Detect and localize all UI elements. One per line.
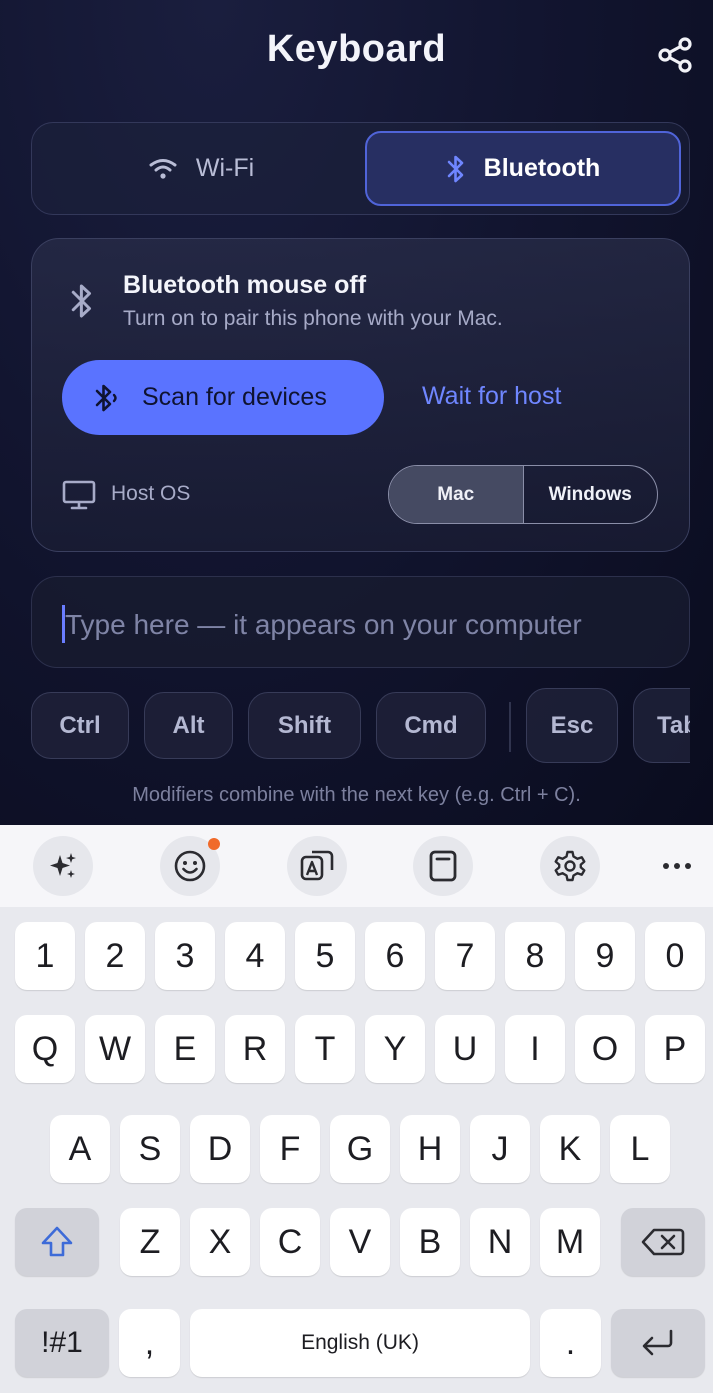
- key-c[interactable]: C: [260, 1208, 320, 1276]
- key-e[interactable]: E: [155, 1015, 215, 1083]
- shift-key[interactable]: [15, 1208, 99, 1276]
- esc-key-button[interactable]: Esc: [526, 688, 618, 763]
- key-g[interactable]: G: [330, 1115, 390, 1183]
- key-a[interactable]: A: [50, 1115, 110, 1183]
- bluetooth-searching-icon: [95, 384, 117, 411]
- settings-icon: [554, 850, 586, 882]
- more-options-button[interactable]: [650, 836, 704, 896]
- backspace-icon: [641, 1228, 685, 1256]
- bluetooth-status-card: Bluetooth mouse off Turn on to pair this…: [31, 238, 690, 552]
- key-j[interactable]: J: [470, 1115, 530, 1183]
- key-q[interactable]: Q: [15, 1015, 75, 1083]
- type-input-placeholder: Type here — it appears on your computer: [65, 609, 582, 640]
- key-8[interactable]: 8: [505, 922, 565, 990]
- enter-key[interactable]: [611, 1309, 705, 1377]
- key-z[interactable]: Z: [120, 1208, 180, 1276]
- key-n[interactable]: N: [470, 1208, 530, 1276]
- keyboard-screen: Keyboard Wi-Fi Bluetooth Bluetooth mouse…: [0, 0, 713, 825]
- ai-tools-button[interactable]: [33, 836, 93, 896]
- tab-key-button[interactable]: Tab: [633, 688, 690, 763]
- key-p[interactable]: P: [645, 1015, 705, 1083]
- key-l[interactable]: L: [610, 1115, 670, 1183]
- key-s[interactable]: S: [120, 1115, 180, 1183]
- comma-key[interactable]: ,: [119, 1309, 180, 1377]
- os-option-windows[interactable]: Windows: [524, 466, 658, 523]
- key-i[interactable]: I: [505, 1015, 565, 1083]
- scan-devices-label: Scan for devices: [142, 383, 327, 411]
- host-os-toggle: Mac Windows: [388, 465, 658, 524]
- key-f[interactable]: F: [260, 1115, 320, 1183]
- translate-button[interactable]: [287, 836, 347, 896]
- tab-wifi-label: Wi-Fi: [195, 154, 255, 182]
- modifier-alt-button[interactable]: Alt: [144, 692, 233, 759]
- key-6[interactable]: 6: [365, 922, 425, 990]
- special-keys-overflow: Tab: [633, 688, 690, 763]
- backspace-key[interactable]: [621, 1208, 705, 1276]
- sparkle-icon: [50, 853, 76, 878]
- key-4[interactable]: 4: [225, 922, 285, 990]
- bluetooth-status-title: Bluetooth mouse off: [123, 271, 367, 299]
- type-input[interactable]: Type here — it appears on your computer: [31, 576, 690, 668]
- host-os-label: Host OS: [111, 482, 191, 505]
- key-t[interactable]: T: [295, 1015, 355, 1083]
- more-icon: [663, 863, 691, 869]
- key-x[interactable]: X: [190, 1208, 250, 1276]
- wifi-icon: [149, 158, 177, 179]
- modifier-cmd-button[interactable]: Cmd: [376, 692, 486, 759]
- key-2[interactable]: 2: [85, 922, 145, 990]
- notification-dot: [208, 838, 220, 850]
- key-r[interactable]: R: [225, 1015, 285, 1083]
- shift-icon: [41, 1226, 73, 1257]
- tab-wifi[interactable]: Wi-Fi: [42, 131, 360, 206]
- scan-devices-button[interactable]: Scan for devices: [62, 360, 384, 435]
- key-v[interactable]: V: [330, 1208, 390, 1276]
- os-option-mac[interactable]: Mac: [389, 466, 524, 523]
- key-5[interactable]: 5: [295, 922, 355, 990]
- tab-bluetooth[interactable]: Bluetooth: [365, 131, 681, 206]
- modifier-ctrl-button[interactable]: Ctrl: [31, 692, 129, 759]
- key-y[interactable]: Y: [365, 1015, 425, 1083]
- clipboard-button[interactable]: [413, 836, 473, 896]
- key-o[interactable]: O: [575, 1015, 635, 1083]
- key-w[interactable]: W: [85, 1015, 145, 1083]
- keyboard-settings-button[interactable]: [540, 836, 600, 896]
- key-1[interactable]: 1: [15, 922, 75, 990]
- tab-bluetooth-label: Bluetooth: [483, 154, 601, 182]
- enter-icon: [642, 1329, 673, 1356]
- key-0[interactable]: 0: [645, 922, 705, 990]
- key-3[interactable]: 3: [155, 922, 215, 990]
- emoji-icon: [174, 850, 206, 882]
- connection-type-toggle: Wi-Fi Bluetooth: [31, 122, 690, 215]
- key-b[interactable]: B: [400, 1208, 460, 1276]
- soft-keyboard: 1234567890 QWERTYUIOP ASDFGHJKL ZXCVBNM !#1…: [0, 825, 713, 1393]
- monitor-icon: [62, 480, 96, 510]
- translate-icon: [300, 850, 334, 881]
- modifier-divider: [509, 702, 511, 752]
- keyboard-toolbar: [0, 825, 713, 907]
- key-7[interactable]: 7: [435, 922, 495, 990]
- share-icon: [658, 37, 692, 73]
- share-button[interactable]: [652, 34, 698, 76]
- modifier-shift-button[interactable]: Shift: [248, 692, 361, 759]
- key-d[interactable]: D: [190, 1115, 250, 1183]
- key-u[interactable]: U: [435, 1015, 495, 1083]
- bluetooth-icon: [71, 284, 91, 318]
- bluetooth-status-subtitle: Turn on to pair this phone with your Mac…: [123, 307, 503, 330]
- key-m[interactable]: M: [540, 1208, 600, 1276]
- modifier-hint: Modifiers combine with the next key (e.g…: [132, 784, 581, 806]
- period-key[interactable]: .: [540, 1309, 601, 1377]
- clipboard-icon: [429, 850, 457, 882]
- page-title: Keyboard: [266, 28, 447, 70]
- space-key[interactable]: English (UK): [190, 1309, 530, 1377]
- key-9[interactable]: 9: [575, 922, 635, 990]
- wait-for-host-link[interactable]: Wait for host: [422, 382, 561, 411]
- key-h[interactable]: H: [400, 1115, 460, 1183]
- key-k[interactable]: K: [540, 1115, 600, 1183]
- symbols-key[interactable]: !#1: [15, 1309, 109, 1377]
- bluetooth-icon: [447, 155, 463, 182]
